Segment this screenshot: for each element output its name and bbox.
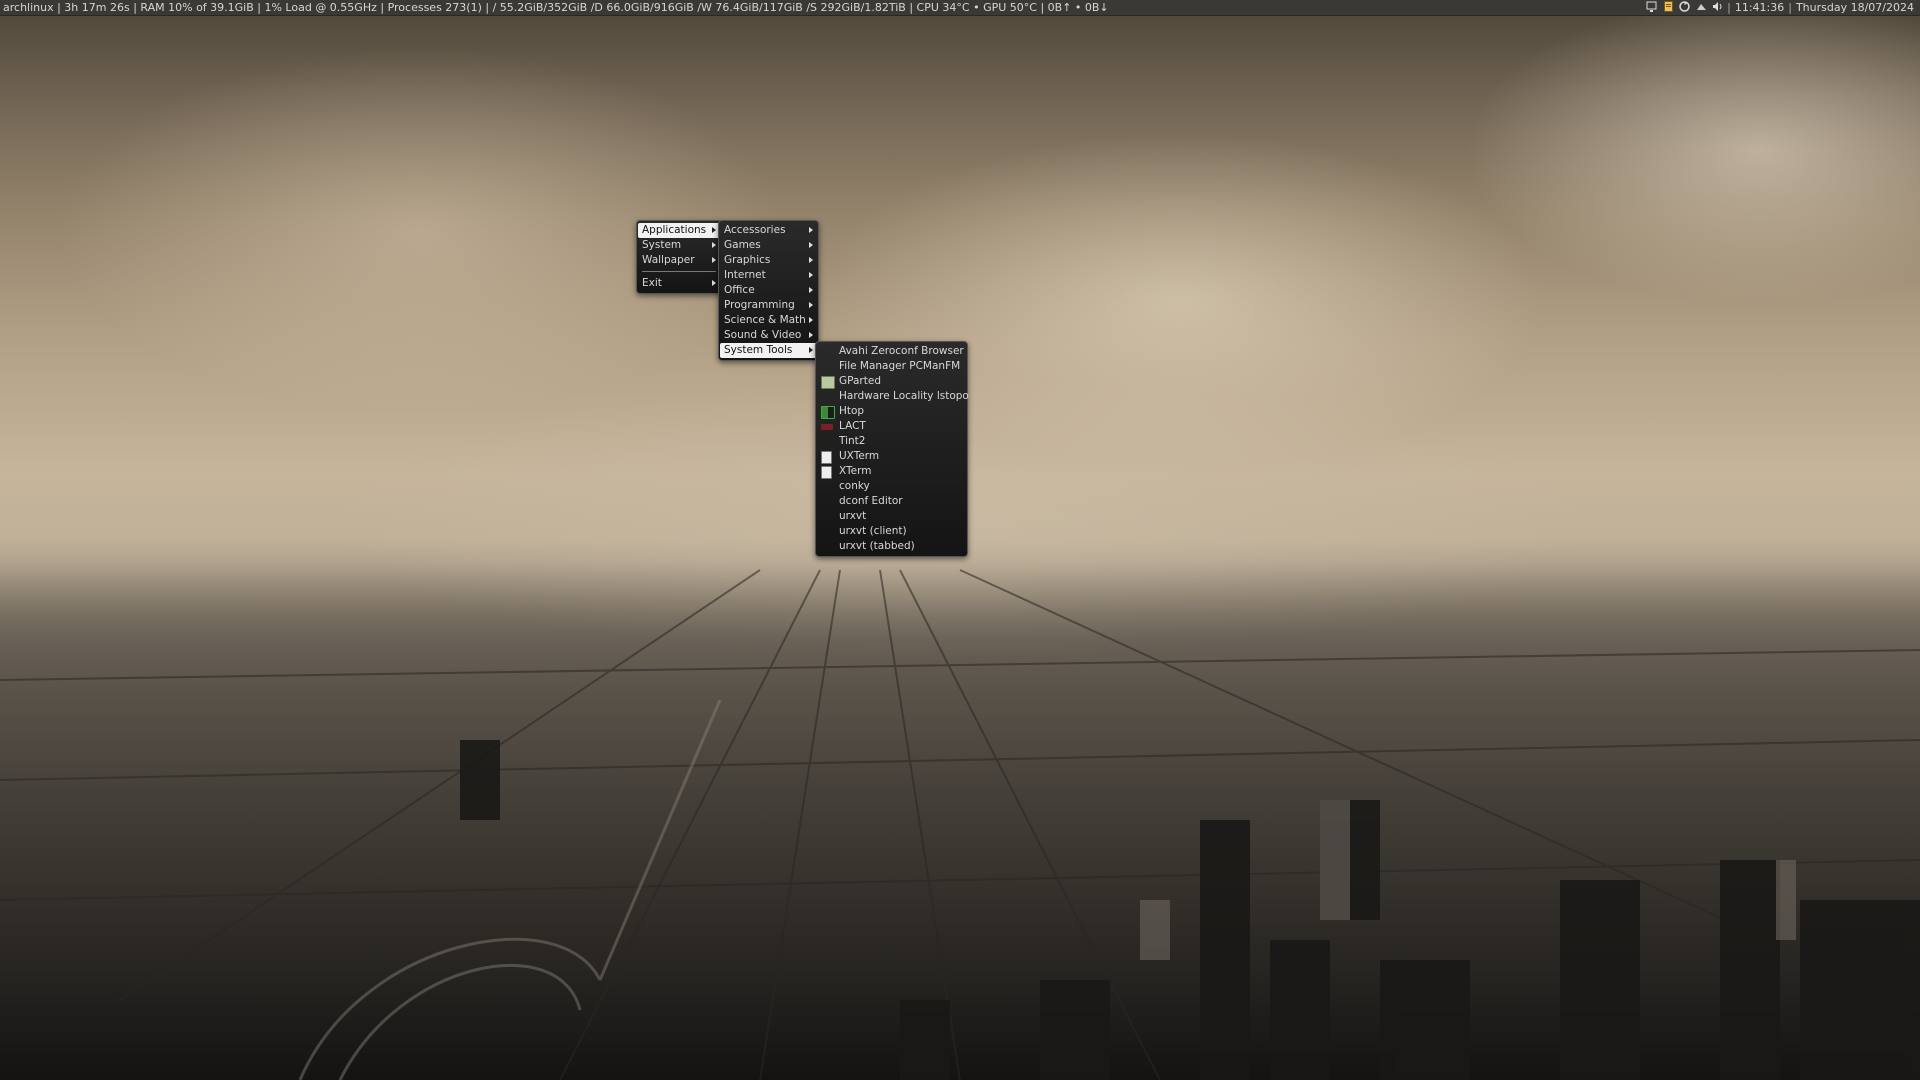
- menu-item-urxvt-tabbed[interactable]: urxvt (tabbed): [817, 539, 966, 554]
- system-tray: [1646, 1, 1725, 14]
- menu-item-tint2[interactable]: Tint2: [817, 434, 966, 449]
- menu-item-hardware-locality-lstopo[interactable]: Hardware Locality lstopo: [817, 389, 969, 404]
- menu-item-internet[interactable]: Internet: [720, 268, 817, 283]
- menu-item-system[interactable]: System: [638, 238, 720, 253]
- clock-time: 11:41:36: [1734, 1, 1785, 14]
- menu-item-label: Graphics: [724, 254, 771, 266]
- menu-item-label: dconf Editor: [839, 495, 903, 507]
- menu-item-label: System Tools: [724, 344, 793, 356]
- submenu-arrow-icon: [712, 257, 716, 263]
- menu-item-office[interactable]: Office: [720, 283, 817, 298]
- gparted-icon: [821, 376, 835, 389]
- menu-item-label: XTerm: [839, 465, 872, 477]
- lact-icon: [821, 424, 833, 430]
- menu-item-dconf-editor[interactable]: dconf Editor: [817, 494, 966, 509]
- submenu-arrow-icon: [712, 242, 716, 248]
- menu-item-label: Office: [724, 284, 755, 296]
- menu-item-xterm[interactable]: XTerm: [817, 464, 966, 479]
- root-menu: Applications System Wallpaper Exit: [636, 220, 722, 294]
- menu-item-label: conky: [839, 480, 870, 492]
- menu-item-label: Accessories: [724, 224, 786, 236]
- menu-item-avahi-zeroconf-browser[interactable]: Avahi Zeroconf Browser: [817, 344, 966, 359]
- update-icon[interactable]: [1679, 1, 1690, 12]
- menu-item-label: Exit: [642, 277, 662, 289]
- menu-item-htop[interactable]: Htop: [817, 404, 966, 419]
- submenu-arrow-icon: [809, 332, 813, 338]
- menu-item-programming[interactable]: Programming: [720, 298, 817, 313]
- menu-item-label: System: [642, 239, 682, 251]
- menu-item-label: urxvt (client): [839, 525, 907, 537]
- menu-item-label: GParted: [839, 375, 881, 387]
- menu-item-science-math[interactable]: Science & Math: [720, 313, 817, 328]
- menu-item-label: Sound & Video: [724, 329, 802, 341]
- top-status-bar: archlinux | 3h 17m 26s | RAM 10% of 39.1…: [0, 0, 1920, 16]
- submenu-arrow-icon: [809, 257, 813, 263]
- submenu-arrow-icon: [809, 287, 813, 293]
- menu-item-system-tools[interactable]: System Tools: [720, 343, 817, 358]
- menu-item-wallpaper[interactable]: Wallpaper: [638, 253, 720, 268]
- submenu-arrow-icon: [809, 272, 813, 278]
- clock: | 11:41:36 | Thursday 18/07/2024: [1727, 1, 1914, 14]
- menu-item-exit[interactable]: Exit: [638, 276, 720, 291]
- menu-item-games[interactable]: Games: [720, 238, 817, 253]
- submenu-arrow-icon: [809, 227, 813, 233]
- menu-item-urxvt-client[interactable]: urxvt (client): [817, 524, 966, 539]
- clock-date: Thursday 18/07/2024: [1795, 1, 1914, 14]
- menu-item-label: Games: [724, 239, 761, 251]
- file-icon[interactable]: [1663, 1, 1674, 12]
- submenu-arrow-icon: [809, 317, 813, 323]
- menu-item-label: Internet: [724, 269, 766, 281]
- menu-item-file-manager-pcmanfm[interactable]: File Manager PCManFM: [817, 359, 966, 374]
- submenu-arrow-icon: [809, 242, 813, 248]
- system-status-text: archlinux | 3h 17m 26s | RAM 10% of 39.1…: [3, 1, 1109, 14]
- menu-separator: [642, 271, 716, 272]
- menu-item-label: Wallpaper: [642, 254, 695, 266]
- menu-item-label: UXTerm: [839, 450, 880, 462]
- menu-item-label: Avahi Zeroconf Browser: [839, 345, 964, 357]
- menu-item-label: Hardware Locality lstopo: [839, 390, 969, 402]
- menu-item-lact[interactable]: LACT: [817, 419, 966, 434]
- submenu-arrow-icon: [809, 347, 813, 353]
- menu-item-label: File Manager PCManFM: [839, 360, 961, 372]
- menu-item-label: urxvt (tabbed): [839, 540, 915, 552]
- menu-item-label: Tint2: [839, 435, 866, 447]
- terminal-icon: [821, 466, 832, 479]
- network-icon[interactable]: [1696, 1, 1707, 12]
- menu-item-label: Htop: [839, 405, 865, 417]
- menu-item-label: Programming: [724, 299, 795, 311]
- menu-item-urxvt[interactable]: urxvt: [817, 509, 966, 524]
- submenu-arrow-icon: [712, 227, 716, 233]
- volume-icon[interactable]: [1712, 1, 1723, 12]
- menu-item-gparted[interactable]: GParted: [817, 374, 966, 389]
- submenu-arrow-icon: [809, 302, 813, 308]
- menu-item-accessories[interactable]: Accessories: [720, 223, 817, 238]
- menu-item-applications[interactable]: Applications: [638, 223, 720, 238]
- menu-item-conky[interactable]: conky: [817, 479, 966, 494]
- menu-item-label: Science & Math: [724, 314, 806, 326]
- monitor-icon[interactable]: [1646, 1, 1657, 12]
- menu-item-sound-video[interactable]: Sound & Video: [720, 328, 817, 343]
- system-tools-submenu: Avahi Zeroconf Browser File Manager PCMa…: [815, 341, 969, 557]
- menu-item-label: Applications: [642, 224, 707, 236]
- applications-submenu: Accessories Games Graphics Internet Offi…: [718, 220, 819, 361]
- submenu-arrow-icon: [712, 280, 716, 286]
- menu-item-label: urxvt: [839, 510, 867, 522]
- terminal-icon: [821, 451, 832, 464]
- menu-item-uxterm[interactable]: UXTerm: [817, 449, 966, 464]
- menu-item-graphics[interactable]: Graphics: [720, 253, 817, 268]
- htop-icon: [821, 406, 835, 419]
- menu-item-label: LACT: [839, 420, 866, 432]
